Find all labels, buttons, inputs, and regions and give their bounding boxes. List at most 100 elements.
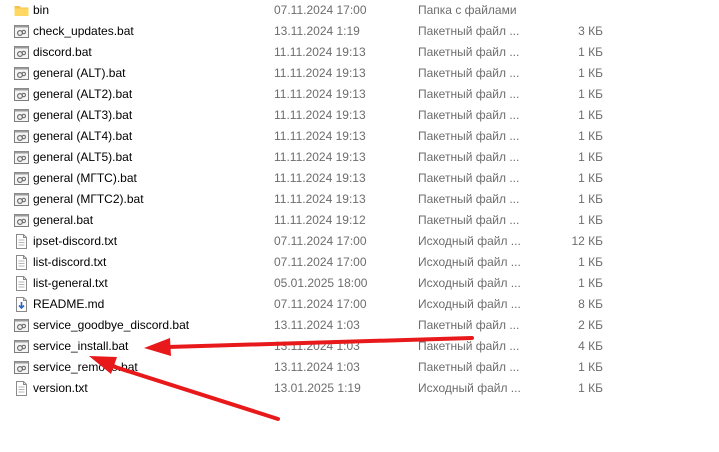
file-type: Исходный файл ... [418, 297, 521, 311]
file-type: Исходный файл ... [418, 381, 521, 395]
file-type: Пакетный файл ... [418, 129, 520, 143]
file-name: general (ALT3).bat [33, 108, 133, 122]
file-modified-date: 11.11.2024 19:13 [274, 192, 366, 206]
file-row[interactable]: general.bat 11.11.2024 19:12 Пакетный фа… [0, 210, 719, 231]
file-row[interactable]: general (ALT5).bat 11.11.2024 19:13 Паке… [0, 147, 719, 168]
file-size: 1 КБ [578, 213, 603, 227]
file-row[interactable]: general (МГТС).bat 11.11.2024 19:13 Паке… [0, 168, 719, 189]
file-name: general (ALT).bat [33, 66, 126, 80]
file-size: 1 КБ [578, 87, 603, 101]
batch-file-icon [14, 360, 29, 375]
file-name: general (ALT5).bat [33, 150, 133, 164]
file-row[interactable]: list-discord.txt 07.11.2024 17:00 Исходн… [0, 252, 719, 273]
file-modified-date: 11.11.2024 19:13 [274, 129, 366, 143]
text-file-icon [14, 276, 29, 291]
file-type: Пакетный файл ... [418, 171, 520, 185]
folder-icon [14, 3, 29, 18]
file-type: Пакетный файл ... [418, 339, 520, 353]
file-row[interactable]: general (ALT2).bat 11.11.2024 19:13 Паке… [0, 84, 719, 105]
file-modified-date: 11.11.2024 19:13 [274, 150, 366, 164]
file-name: service_install.bat [33, 339, 129, 353]
file-modified-date: 13.11.2024 1:03 [274, 360, 360, 374]
file-type: Пакетный файл ... [418, 45, 520, 59]
file-type: Папка с файлами [418, 3, 517, 17]
file-modified-date: 07.11.2024 17:00 [274, 255, 367, 269]
file-modified-date: 11.11.2024 19:13 [274, 66, 366, 80]
file-row[interactable]: README.md 07.11.2024 17:00 Исходный файл… [0, 294, 719, 315]
file-modified-date: 13.01.2025 1:19 [274, 381, 361, 395]
file-name: general (МГТС2).bat [33, 192, 144, 206]
file-name: general (МГТС).bat [33, 171, 137, 185]
file-size: 1 КБ [578, 381, 603, 395]
file-name: version.txt [33, 381, 88, 395]
file-type: Пакетный файл ... [418, 66, 520, 80]
file-size: 3 КБ [578, 24, 603, 38]
file-row[interactable]: ipset-discord.txt 07.11.2024 17:00 Исход… [0, 231, 719, 252]
file-modified-date: 11.11.2024 19:12 [274, 213, 366, 227]
file-row[interactable]: check_updates.bat 13.11.2024 1:19 Пакетн… [0, 21, 719, 42]
file-type: Исходный файл ... [418, 276, 521, 290]
file-name: general.bat [33, 213, 94, 227]
file-row[interactable]: service_goodbye_discord.bat 13.11.2024 1… [0, 315, 719, 336]
file-row[interactable]: general (ALT4).bat 11.11.2024 19:13 Паке… [0, 126, 719, 147]
file-row[interactable]: bin 07.11.2024 17:00 Папка с файлами [0, 0, 719, 21]
file-row[interactable]: general (ALT3).bat 11.11.2024 19:13 Паке… [0, 105, 719, 126]
file-type: Пакетный файл ... [418, 213, 520, 227]
batch-file-icon [14, 45, 29, 60]
batch-file-icon [14, 66, 29, 81]
file-size: 1 КБ [578, 276, 603, 290]
file-size: 1 КБ [578, 108, 603, 122]
file-type: Пакетный файл ... [418, 318, 520, 332]
file-size: 1 КБ [578, 255, 603, 269]
file-modified-date: 13.11.2024 1:19 [274, 24, 360, 38]
file-modified-date: 11.11.2024 19:13 [274, 108, 366, 122]
file-name: list-discord.txt [33, 255, 107, 269]
file-row[interactable]: service_remove.bat 13.11.2024 1:03 Пакет… [0, 357, 719, 378]
batch-file-icon [14, 171, 29, 186]
file-modified-date: 11.11.2024 19:13 [274, 45, 366, 59]
file-type: Исходный файл ... [418, 234, 521, 248]
file-type: Пакетный файл ... [418, 360, 520, 374]
file-modified-date: 07.11.2024 17:00 [274, 297, 367, 311]
file-row[interactable]: general (МГТС2).bat 11.11.2024 19:13 Пак… [0, 189, 719, 210]
batch-file-icon [14, 318, 29, 333]
file-size: 8 КБ [578, 297, 603, 311]
file-modified-date: 13.11.2024 1:03 [274, 318, 360, 332]
file-size: 1 КБ [578, 66, 603, 80]
text-file-icon [14, 255, 29, 270]
file-size: 1 КБ [578, 192, 603, 206]
file-type: Исходный файл ... [418, 255, 521, 269]
file-modified-date: 07.11.2024 17:00 [274, 3, 367, 17]
file-size: 1 КБ [578, 129, 603, 143]
file-modified-date: 11.11.2024 19:13 [274, 87, 366, 101]
file-row[interactable]: list-general.txt 05.01.2025 18:00 Исходн… [0, 273, 719, 294]
file-name: general (ALT4).bat [33, 129, 133, 143]
file-row[interactable]: service_install.bat 13.11.2024 1:03 Паке… [0, 336, 719, 357]
file-name: list-general.txt [33, 276, 108, 290]
file-type: Пакетный файл ... [418, 150, 520, 164]
text-file-icon [14, 234, 29, 249]
batch-file-icon [14, 87, 29, 102]
file-list: bin 07.11.2024 17:00 Папка с файлами che… [0, 0, 719, 399]
text-file-icon [14, 381, 29, 396]
batch-file-icon [14, 129, 29, 144]
file-row[interactable]: version.txt 13.01.2025 1:19 Исходный фай… [0, 378, 719, 399]
batch-file-icon [14, 192, 29, 207]
file-modified-date: 05.01.2025 18:00 [274, 276, 368, 290]
batch-file-icon [14, 150, 29, 165]
markdown-file-icon [14, 297, 29, 312]
file-modified-date: 13.11.2024 1:03 [274, 339, 360, 353]
file-modified-date: 11.11.2024 19:13 [274, 171, 366, 185]
file-type: Пакетный файл ... [418, 87, 520, 101]
file-modified-date: 07.11.2024 17:00 [274, 234, 367, 248]
file-name: bin [33, 3, 50, 17]
file-size: 1 КБ [578, 150, 603, 164]
file-row[interactable]: general (ALT).bat 11.11.2024 19:13 Пакет… [0, 63, 719, 84]
batch-file-icon [14, 339, 29, 354]
file-size: 1 КБ [578, 45, 603, 59]
file-size: 1 КБ [578, 171, 603, 185]
file-type: Пакетный файл ... [418, 24, 520, 38]
file-size: 2 КБ [578, 318, 603, 332]
file-name: discord.bat [33, 45, 92, 59]
file-row[interactable]: discord.bat 11.11.2024 19:13 Пакетный фа… [0, 42, 719, 63]
